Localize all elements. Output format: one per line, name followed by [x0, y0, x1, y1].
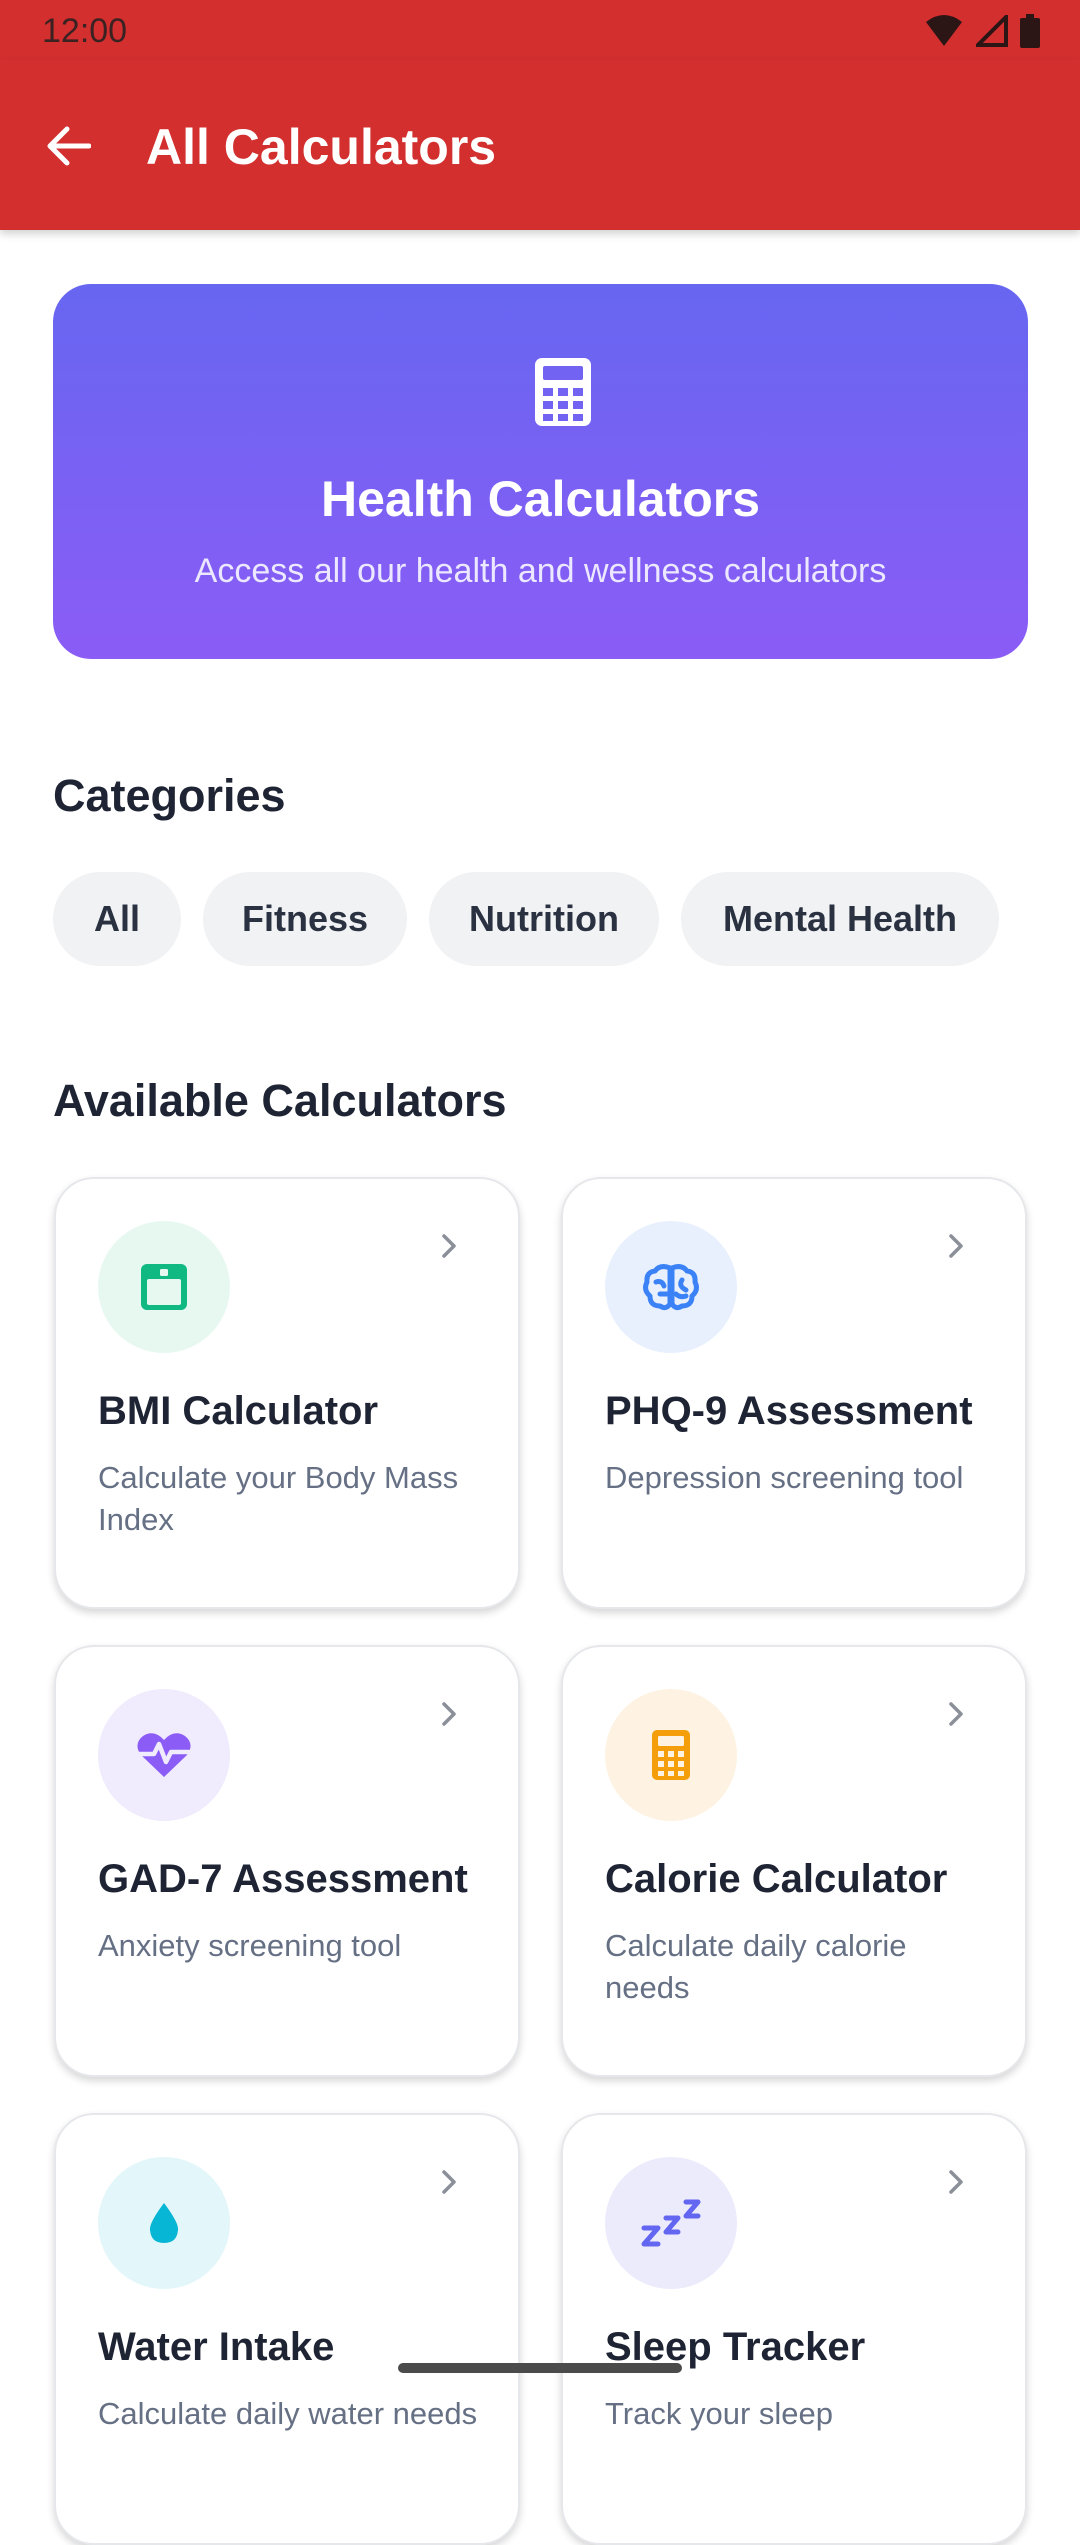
chip-mental-health[interactable]: Mental Health	[681, 872, 999, 966]
chevron-right-icon	[949, 1234, 963, 1258]
calculator-icon	[535, 358, 591, 426]
calculator-card-phq9[interactable]: PHQ-9 Assessment Depression screening to…	[561, 1177, 1027, 1609]
battery-icon	[1020, 14, 1040, 48]
card-description: Calculate daily water needs	[98, 2396, 478, 2431]
calculators-heading: Available Calculators	[53, 1075, 507, 1126]
status-icons	[924, 14, 1040, 48]
chevron-right-icon	[442, 2170, 456, 2194]
card-description: Track your sleep	[605, 2396, 833, 2431]
sleep-zzz-icon	[641, 2199, 701, 2247]
signal-icon	[976, 15, 1008, 47]
card-title: BMI Calculator	[98, 1389, 379, 1433]
card-icon-wrap	[605, 1221, 737, 1353]
hero-banner: Health Calculators Access all our health…	[53, 284, 1028, 659]
card-description: Depression screening tool	[605, 1460, 964, 1495]
heart-pulse-icon	[136, 1733, 192, 1777]
chip-nutrition[interactable]: Nutrition	[429, 872, 659, 966]
card-icon-wrap	[605, 1689, 737, 1821]
status-time: 12:00	[42, 12, 128, 50]
chevron-right-icon	[949, 1702, 963, 1726]
page-title: All Calculators	[146, 119, 497, 175]
chip-all[interactable]: All	[53, 872, 181, 966]
brain-icon	[643, 1264, 699, 1311]
calculator-card-calorie[interactable]: Calorie Calculator Calculate daily calor…	[561, 1645, 1027, 2077]
chevron-right-icon	[949, 2170, 963, 2194]
calculator-card-water[interactable]: Water Intake Calculate daily water needs	[54, 2113, 520, 2545]
calculator-card-sleep[interactable]: Sleep Tracker Track your sleep	[561, 2113, 1027, 2545]
card-description: Anxiety screening tool	[98, 1928, 402, 1963]
chip-fitness[interactable]: Fitness	[203, 872, 407, 966]
card-title: GAD-7 Assessment	[98, 1857, 468, 1901]
app-bar: All Calculators	[0, 60, 1080, 230]
card-icon-wrap	[98, 2157, 230, 2289]
calculator-icon	[652, 1730, 690, 1780]
card-title: PHQ-9 Assessment	[605, 1389, 973, 1433]
hero-subtitle: Access all our health and wellness calcu…	[194, 552, 887, 590]
water-drop-icon	[149, 2203, 179, 2243]
chevron-right-icon	[442, 1702, 456, 1726]
card-icon-wrap	[98, 1689, 230, 1821]
calculator-card-gad7[interactable]: GAD-7 Assessment Anxiety screening tool	[54, 1645, 520, 2077]
arrow-back-icon	[47, 126, 91, 166]
chevron-right-icon	[442, 1234, 456, 1258]
back-button[interactable]	[38, 116, 98, 176]
categories-heading: Categories	[53, 770, 286, 821]
status-bar: 12:00	[0, 0, 1080, 60]
card-description: Calculate daily calorie needs	[605, 1928, 907, 2005]
wifi-icon	[926, 15, 962, 46]
calculator-card-bmi[interactable]: BMI Calculator Calculate your Body Mass …	[54, 1177, 520, 1609]
hero-title: Health Calculators	[320, 471, 760, 527]
card-title: Water Intake	[98, 2325, 335, 2369]
weight-scale-icon	[141, 1264, 187, 1310]
card-icon-wrap	[605, 2157, 737, 2289]
home-indicator[interactable]	[398, 2363, 682, 2373]
card-icon-wrap	[98, 1221, 230, 1353]
card-description: Calculate your Body Mass Index	[98, 1460, 459, 1537]
card-title: Calorie Calculator	[605, 1857, 948, 1901]
category-chips: All Fitness Nutrition Mental Health	[53, 872, 999, 966]
